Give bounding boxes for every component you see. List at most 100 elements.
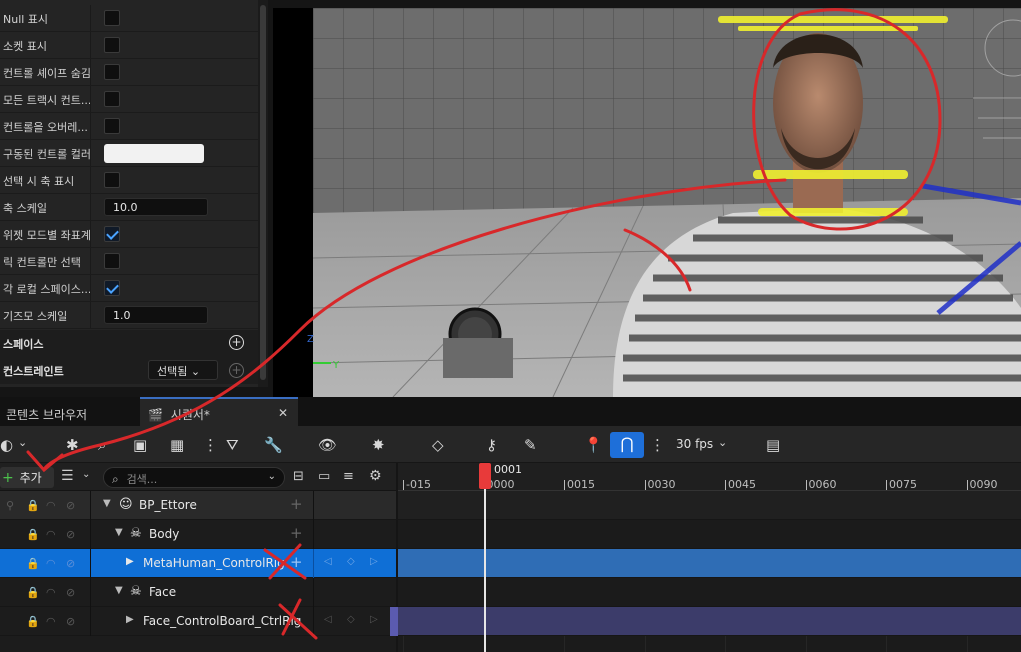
- scrollbar-thumb[interactable]: [260, 5, 266, 380]
- next-key-icon[interactable]: ▷: [370, 556, 378, 567]
- tab-content-browser[interactable]: 콘텐츠 브라우저: [0, 397, 140, 426]
- details-scrollbar[interactable]: [258, 0, 268, 387]
- mute-icon[interactable]: ⊘: [66, 586, 75, 599]
- lock-icon[interactable]: 🔒: [26, 586, 40, 599]
- pencil-icon[interactable]: ✎: [524, 436, 537, 454]
- camera-icon[interactable]: ▣: [133, 436, 147, 454]
- lock-icon[interactable]: 🔒: [26, 528, 40, 541]
- add-button[interactable]: + 추가: [0, 467, 54, 488]
- sequencer-toolbar: ◐ ⌄ ✱ ⌕ ▣ ▦ ⋮ ⛛ 🔧 👁 ✸ ◇ ⚷ ✎ 📍 ⋂ ⋮ 30 fps…: [0, 426, 1021, 463]
- property-checkbox[interactable]: [104, 64, 120, 80]
- lock-icon[interactable]: 🔒: [26, 557, 40, 570]
- sequencer-timeline[interactable]: -015 0000 0015 0030 0045 0060 0075 0090 0001: [390, 463, 1021, 652]
- track-row-face-controlboard[interactable]: 🔒 ◠ ⊘ ▶ Face_ControlBoard_CtrlRig ◁ ◇ ▷: [0, 607, 396, 636]
- property-checkbox[interactable]: [104, 10, 120, 26]
- number-input[interactable]: 10.0: [104, 198, 208, 216]
- add-key-icon[interactable]: ◇: [347, 556, 355, 567]
- expand-arrow-icon[interactable]: ▼: [115, 585, 123, 596]
- search-input[interactable]: ⌕ 검색... ⌄: [103, 467, 285, 488]
- timeline-track-face-controlboard[interactable]: [398, 607, 1021, 636]
- level-viewport[interactable]: Y Z: [273, 8, 1021, 397]
- solo-icon[interactable]: ◠: [46, 528, 56, 541]
- track-row-body[interactable]: 🔒 ◠ ⊘ ▼ ☠ Body +: [0, 520, 396, 549]
- add-subtrack-icon[interactable]: +: [290, 495, 303, 513]
- expand-arrow-icon[interactable]: ▼: [103, 498, 111, 509]
- track-row-bp-ettore[interactable]: ⚲ 🔒 ◠ ⊘ ▼ ☺ BP_Ettore +: [0, 491, 396, 520]
- property-checkbox[interactable]: [104, 226, 120, 242]
- view-icon[interactable]: 👁: [318, 436, 337, 454]
- collapse-arrow-icon[interactable]: ▶: [126, 614, 134, 625]
- property-checkbox[interactable]: [104, 37, 120, 53]
- world-icon[interactable]: ◐: [0, 436, 13, 454]
- render-movie-icon[interactable]: ▦: [170, 436, 184, 454]
- mute-icon[interactable]: ⊘: [66, 557, 75, 570]
- track-row-face[interactable]: 🔒 ◠ ⊘ ▼ ☠ Face: [0, 578, 396, 607]
- add-space-icon[interactable]: +: [229, 335, 244, 350]
- next-key-icon[interactable]: ▷: [370, 614, 378, 625]
- property-checkbox[interactable]: [104, 91, 120, 107]
- key-icon[interactable]: ⚷: [486, 436, 497, 454]
- more-icon[interactable]: ⋮: [203, 436, 218, 454]
- filter-icon[interactable]: ☰: [61, 468, 74, 484]
- mute-icon[interactable]: ⊘: [66, 528, 75, 541]
- fps-chevron-icon[interactable]: ⌄: [718, 436, 727, 449]
- solo-icon[interactable]: ◠: [46, 499, 56, 512]
- column-divider: [90, 520, 91, 549]
- marker-icon[interactable]: 📍: [584, 436, 603, 454]
- filter-chevron-icon[interactable]: ⌄: [82, 469, 90, 480]
- settings-gear-icon[interactable]: ⚙: [369, 468, 382, 484]
- timeline-row-body[interactable]: [398, 520, 1021, 549]
- playback-icon[interactable]: ✸: [372, 436, 385, 454]
- sync-icon[interactable]: ▭: [318, 469, 330, 484]
- property-checkbox[interactable]: [104, 172, 120, 188]
- constraints-dropdown[interactable]: 선택됨 ⌄: [148, 360, 218, 380]
- close-icon[interactable]: ✕: [278, 406, 288, 420]
- snap-magnet-button[interactable]: ⋂: [610, 432, 644, 458]
- constraints-section[interactable]: 컨스트레인트 선택됨 ⌄ +: [0, 357, 258, 384]
- fps-dropdown[interactable]: 30 fps: [676, 437, 713, 451]
- timeline-track-metahuman[interactable]: [398, 549, 1021, 578]
- snap-more-icon[interactable]: ⋮: [650, 436, 665, 454]
- add-subtrack-icon[interactable]: +: [290, 553, 303, 571]
- timeline-row-face[interactable]: [398, 578, 1021, 607]
- property-checkbox[interactable]: [104, 253, 120, 269]
- property-row: Null 표시: [0, 5, 258, 32]
- solo-icon[interactable]: ◠: [46, 615, 56, 628]
- track-row-metahuman-controlrig[interactable]: 🔒 ◠ ⊘ ▶ MetaHuman_ControlRig + ◁ ◇ ▷: [0, 549, 396, 578]
- mute-icon[interactable]: ⊘: [66, 615, 75, 628]
- mute-icon[interactable]: ⊘: [66, 499, 75, 512]
- collapse-arrow-icon[interactable]: ▶: [126, 556, 134, 567]
- prev-key-icon[interactable]: ◁: [324, 556, 332, 567]
- track-label: Face_ControlBoard_CtrlRig: [143, 614, 302, 628]
- spaces-section[interactable]: 스페이스 +: [0, 330, 258, 357]
- solo-icon[interactable]: ◠: [46, 586, 56, 599]
- search-chevron-icon[interactable]: ⌄: [268, 471, 276, 482]
- property-checkbox[interactable]: [104, 118, 120, 134]
- add-constraint-icon[interactable]: +: [229, 363, 244, 378]
- property-checkbox[interactable]: [104, 280, 120, 296]
- curve-editor-icon[interactable]: ▤: [766, 436, 780, 454]
- key-diamond-icon[interactable]: ◇: [432, 436, 444, 454]
- tab-sequencer[interactable]: 🎬 시퀀서* ✕: [140, 397, 298, 426]
- add-subtrack-icon[interactable]: +: [290, 524, 303, 542]
- curve-icon[interactable]: ⛛: [226, 436, 239, 454]
- find-icon[interactable]: ⌕: [98, 436, 106, 454]
- list-icon[interactable]: ≡: [343, 469, 354, 484]
- number-input[interactable]: 1.0: [104, 306, 208, 324]
- add-track-icon[interactable]: ✱: [66, 436, 79, 454]
- chevron-down-icon[interactable]: ⌄: [18, 436, 27, 449]
- actor-icon: ☺: [119, 497, 133, 512]
- add-key-icon[interactable]: ◇: [347, 614, 355, 625]
- lock-icon[interactable]: 🔒: [26, 615, 40, 628]
- expand-arrow-icon[interactable]: ▼: [115, 527, 123, 538]
- lock-icon[interactable]: 🔒: [26, 499, 40, 512]
- wrench-icon[interactable]: 🔧: [264, 436, 283, 454]
- color-swatch[interactable]: [104, 144, 204, 163]
- prev-key-icon[interactable]: ◁: [324, 614, 332, 625]
- timeline-row-bp-ettore[interactable]: [398, 491, 1021, 520]
- pin-icon[interactable]: ⚲: [6, 499, 14, 512]
- time-ruler[interactable]: -015 0000 0015 0030 0045 0060 0075 0090: [398, 463, 1021, 491]
- playhead-handle[interactable]: [479, 463, 491, 489]
- solo-icon[interactable]: ◠: [46, 557, 56, 570]
- collapse-icon[interactable]: ⊟: [293, 469, 304, 484]
